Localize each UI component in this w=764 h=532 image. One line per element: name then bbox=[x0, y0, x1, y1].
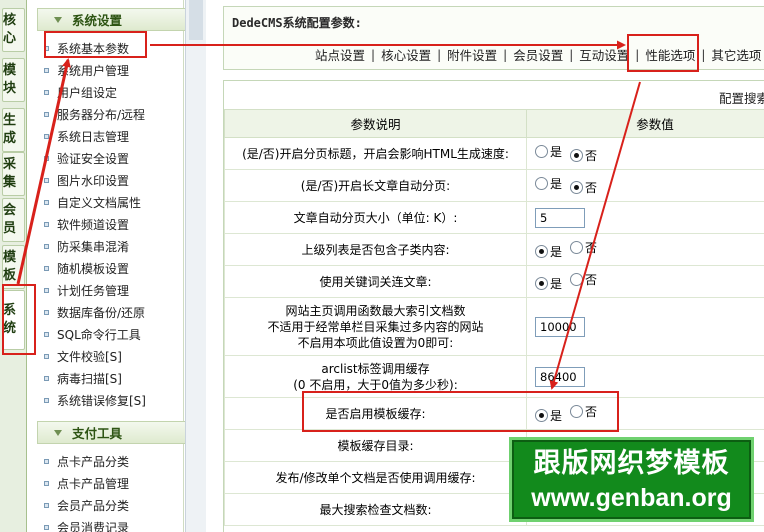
arrow-performance-to-cache-row bbox=[549, 81, 641, 390]
watermark-title: 跟版网织梦模板 bbox=[533, 447, 730, 479]
arrow-system-to-basic-params bbox=[16, 58, 71, 285]
genban-watermark: 跟版网织梦模板 www.genban.org bbox=[509, 437, 754, 522]
watermark-url: www.genban.org bbox=[531, 483, 732, 512]
dedecms-admin-screen: 核心 模块 生成 采集 会员 模板 系统 系统设置 系统基本参数 系统用户管理 … bbox=[0, 0, 764, 532]
